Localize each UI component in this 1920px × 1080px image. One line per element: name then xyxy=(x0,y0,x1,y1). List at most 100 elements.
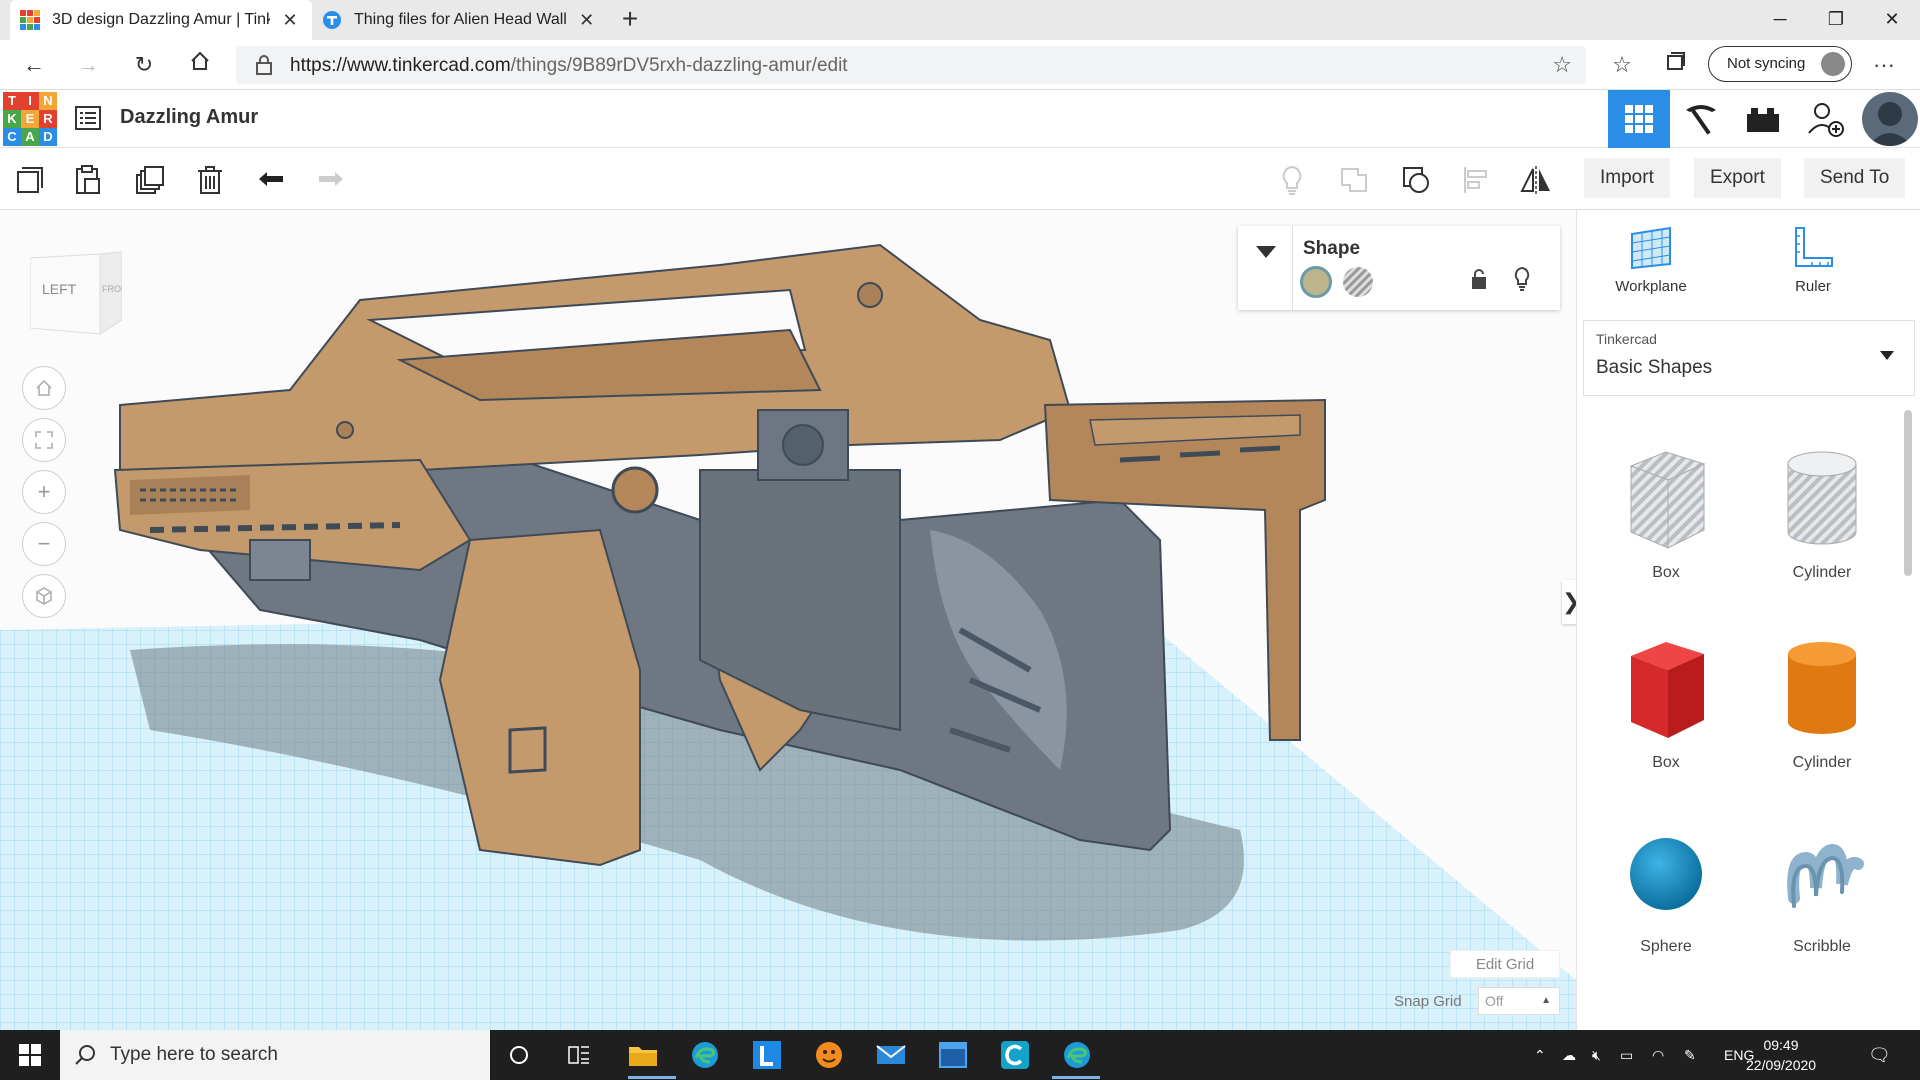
caret-up-icon: ▲ xyxy=(1541,995,1551,1006)
invite-user-button[interactable] xyxy=(1794,90,1856,148)
wifi-icon[interactable]: ◠ xyxy=(1652,1030,1664,1080)
favorites-icon[interactable]: ☆ xyxy=(1606,49,1638,81)
zoom-in-button[interactable]: + xyxy=(22,470,66,514)
hole-swatch[interactable] xyxy=(1342,266,1374,298)
task-view-icon[interactable] xyxy=(562,1038,596,1072)
notes-button[interactable] xyxy=(1272,160,1312,200)
forward-icon[interactable]: → xyxy=(72,49,104,81)
tab-thing-files[interactable]: Thing files for Alien Head Wall H ✕ xyxy=(312,0,608,40)
url-field[interactable]: https://www.tinkercad.com/things/9B89rDV… xyxy=(236,46,1586,84)
design-menu-icon[interactable] xyxy=(74,104,102,132)
logo-letter: K xyxy=(3,110,21,128)
perspective-toggle-button[interactable] xyxy=(22,574,66,618)
collapse-caret-icon[interactable] xyxy=(1256,246,1276,260)
workplane-tool[interactable]: Workplane xyxy=(1591,224,1711,295)
not-syncing-button[interactable]: Not syncing xyxy=(1708,46,1852,82)
shape-cylinder[interactable]: Cylinder xyxy=(1757,634,1887,772)
view-cube-left-face[interactable]: LEFT xyxy=(42,281,77,297)
3d-workspace[interactable]: LEFT FRONT + − Shape ❯ Edit Grid Snap Gr… xyxy=(0,210,1576,1030)
tinkercad-logo[interactable]: TINKERCAD xyxy=(3,92,57,146)
blocks-view-button[interactable] xyxy=(1670,90,1732,148)
view-cube[interactable]: LEFT FRONT xyxy=(30,250,122,336)
file-explorer-icon[interactable] xyxy=(626,1038,660,1072)
notifications-icon[interactable]: 🗨︎ xyxy=(1868,1030,1891,1080)
new-tab-button[interactable]: + xyxy=(614,4,646,36)
start-button[interactable] xyxy=(0,1030,60,1080)
snap-grid-select[interactable]: Off ▲ xyxy=(1478,987,1560,1015)
onedrive-icon[interactable]: ☁ xyxy=(1562,1030,1576,1080)
edge-active-icon[interactable] xyxy=(1060,1038,1094,1072)
cortana-icon[interactable] xyxy=(502,1038,536,1072)
collapse-panel-button[interactable]: ❯ xyxy=(1562,580,1576,624)
delete-button[interactable] xyxy=(190,160,230,200)
align-button[interactable] xyxy=(1456,160,1496,200)
minimize-icon[interactable]: ─ xyxy=(1752,0,1808,40)
edit-toolbar: Import Export Send To xyxy=(0,148,1920,210)
close-tab-icon[interactable]: ✕ xyxy=(278,10,302,31)
export-button[interactable]: Export xyxy=(1694,158,1781,198)
face-app-icon[interactable] xyxy=(812,1038,846,1072)
lock-icon[interactable] xyxy=(1470,268,1488,290)
shape-inspector: Shape xyxy=(1238,226,1560,310)
duplicate-button[interactable] xyxy=(130,160,170,200)
search-icon xyxy=(75,1045,95,1065)
pen-icon[interactable]: ✎ xyxy=(1684,1030,1696,1080)
favorite-star-icon[interactable]: ☆ xyxy=(1552,52,1572,78)
collections-icon[interactable] xyxy=(1660,49,1692,81)
clock[interactable]: 09:49 22/09/2020 xyxy=(1746,1035,1816,1075)
shape-cylinder-hole[interactable]: Cylinder xyxy=(1757,444,1887,582)
edit-grid-button[interactable]: Edit Grid xyxy=(1450,950,1560,978)
chevron-up-icon[interactable]: ⌃ xyxy=(1534,1030,1546,1080)
battery-icon[interactable]: ▭ xyxy=(1620,1030,1633,1080)
l-app-icon[interactable] xyxy=(750,1038,784,1072)
shape-scribble[interactable]: Scribble xyxy=(1757,828,1887,956)
mail-icon[interactable] xyxy=(874,1038,908,1072)
paste-button[interactable] xyxy=(68,160,108,200)
fit-view-button[interactable] xyxy=(22,418,66,462)
undo-button[interactable] xyxy=(252,160,292,200)
bricks-view-button[interactable] xyxy=(1732,90,1794,148)
shapes-scrollbar[interactable] xyxy=(1904,410,1912,576)
refresh-icon[interactable]: ↻ xyxy=(128,49,160,81)
lightbulb-icon[interactable] xyxy=(1512,266,1532,292)
workplane-scene[interactable] xyxy=(0,210,1576,1030)
redo-icon xyxy=(319,172,343,186)
ruler-label: Ruler xyxy=(1795,278,1831,295)
tab-tinkercad-design[interactable]: 3D design Dazzling Amur | Tinke ✕ xyxy=(10,0,312,40)
copy-button[interactable] xyxy=(10,160,50,200)
close-tab-icon[interactable]: ✕ xyxy=(575,10,598,31)
zoom-in-icon: + xyxy=(37,479,51,504)
redo-button[interactable] xyxy=(310,160,350,200)
send-to-button[interactable]: Send To xyxy=(1804,158,1906,198)
window-app-icon[interactable] xyxy=(936,1038,970,1072)
ruler-tool[interactable]: Ruler xyxy=(1753,224,1873,295)
home-view-button[interactable] xyxy=(22,366,66,410)
pickaxe-icon xyxy=(1686,105,1716,135)
shape-box-hole[interactable]: Box xyxy=(1601,444,1731,582)
user-avatar[interactable] xyxy=(1862,92,1918,146)
taskbar-search-box[interactable]: Type here to search xyxy=(60,1030,490,1080)
shape-box[interactable]: Box xyxy=(1601,634,1731,772)
address-bar: ← → ↻ https://www.tinkercad.com/things/9… xyxy=(0,40,1920,90)
tab-title: 3D design Dazzling Amur | Tinke xyxy=(52,11,271,28)
ungroup-button[interactable] xyxy=(1396,160,1436,200)
shape-sphere[interactable]: Sphere xyxy=(1601,828,1731,956)
3d-view-button[interactable] xyxy=(1608,90,1670,148)
back-icon[interactable]: ← xyxy=(18,49,50,81)
volume-muted-icon[interactable]: 🔇︎ xyxy=(1592,1030,1601,1080)
mirror-button[interactable] xyxy=(1516,160,1556,200)
edge-browser-icon[interactable] xyxy=(688,1038,722,1072)
shape-library-select[interactable]: Tinkercad Basic Shapes xyxy=(1583,320,1915,396)
view-cube-front-face[interactable]: FRONT xyxy=(102,284,122,294)
import-button[interactable]: Import xyxy=(1584,158,1670,198)
home-icon[interactable] xyxy=(184,49,216,81)
settings-more-icon[interactable]: ··· xyxy=(1868,49,1900,81)
maximize-icon[interactable]: ❐ xyxy=(1808,0,1864,40)
group-button[interactable] xyxy=(1334,160,1374,200)
close-window-icon[interactable]: ✕ xyxy=(1864,0,1920,40)
design-name[interactable]: Dazzling Amur xyxy=(120,106,258,129)
solid-color-swatch[interactable] xyxy=(1300,266,1332,298)
orange-cylinder-icon xyxy=(1788,642,1856,734)
c-app-icon[interactable] xyxy=(998,1038,1032,1072)
zoom-out-button[interactable]: − xyxy=(22,522,66,566)
